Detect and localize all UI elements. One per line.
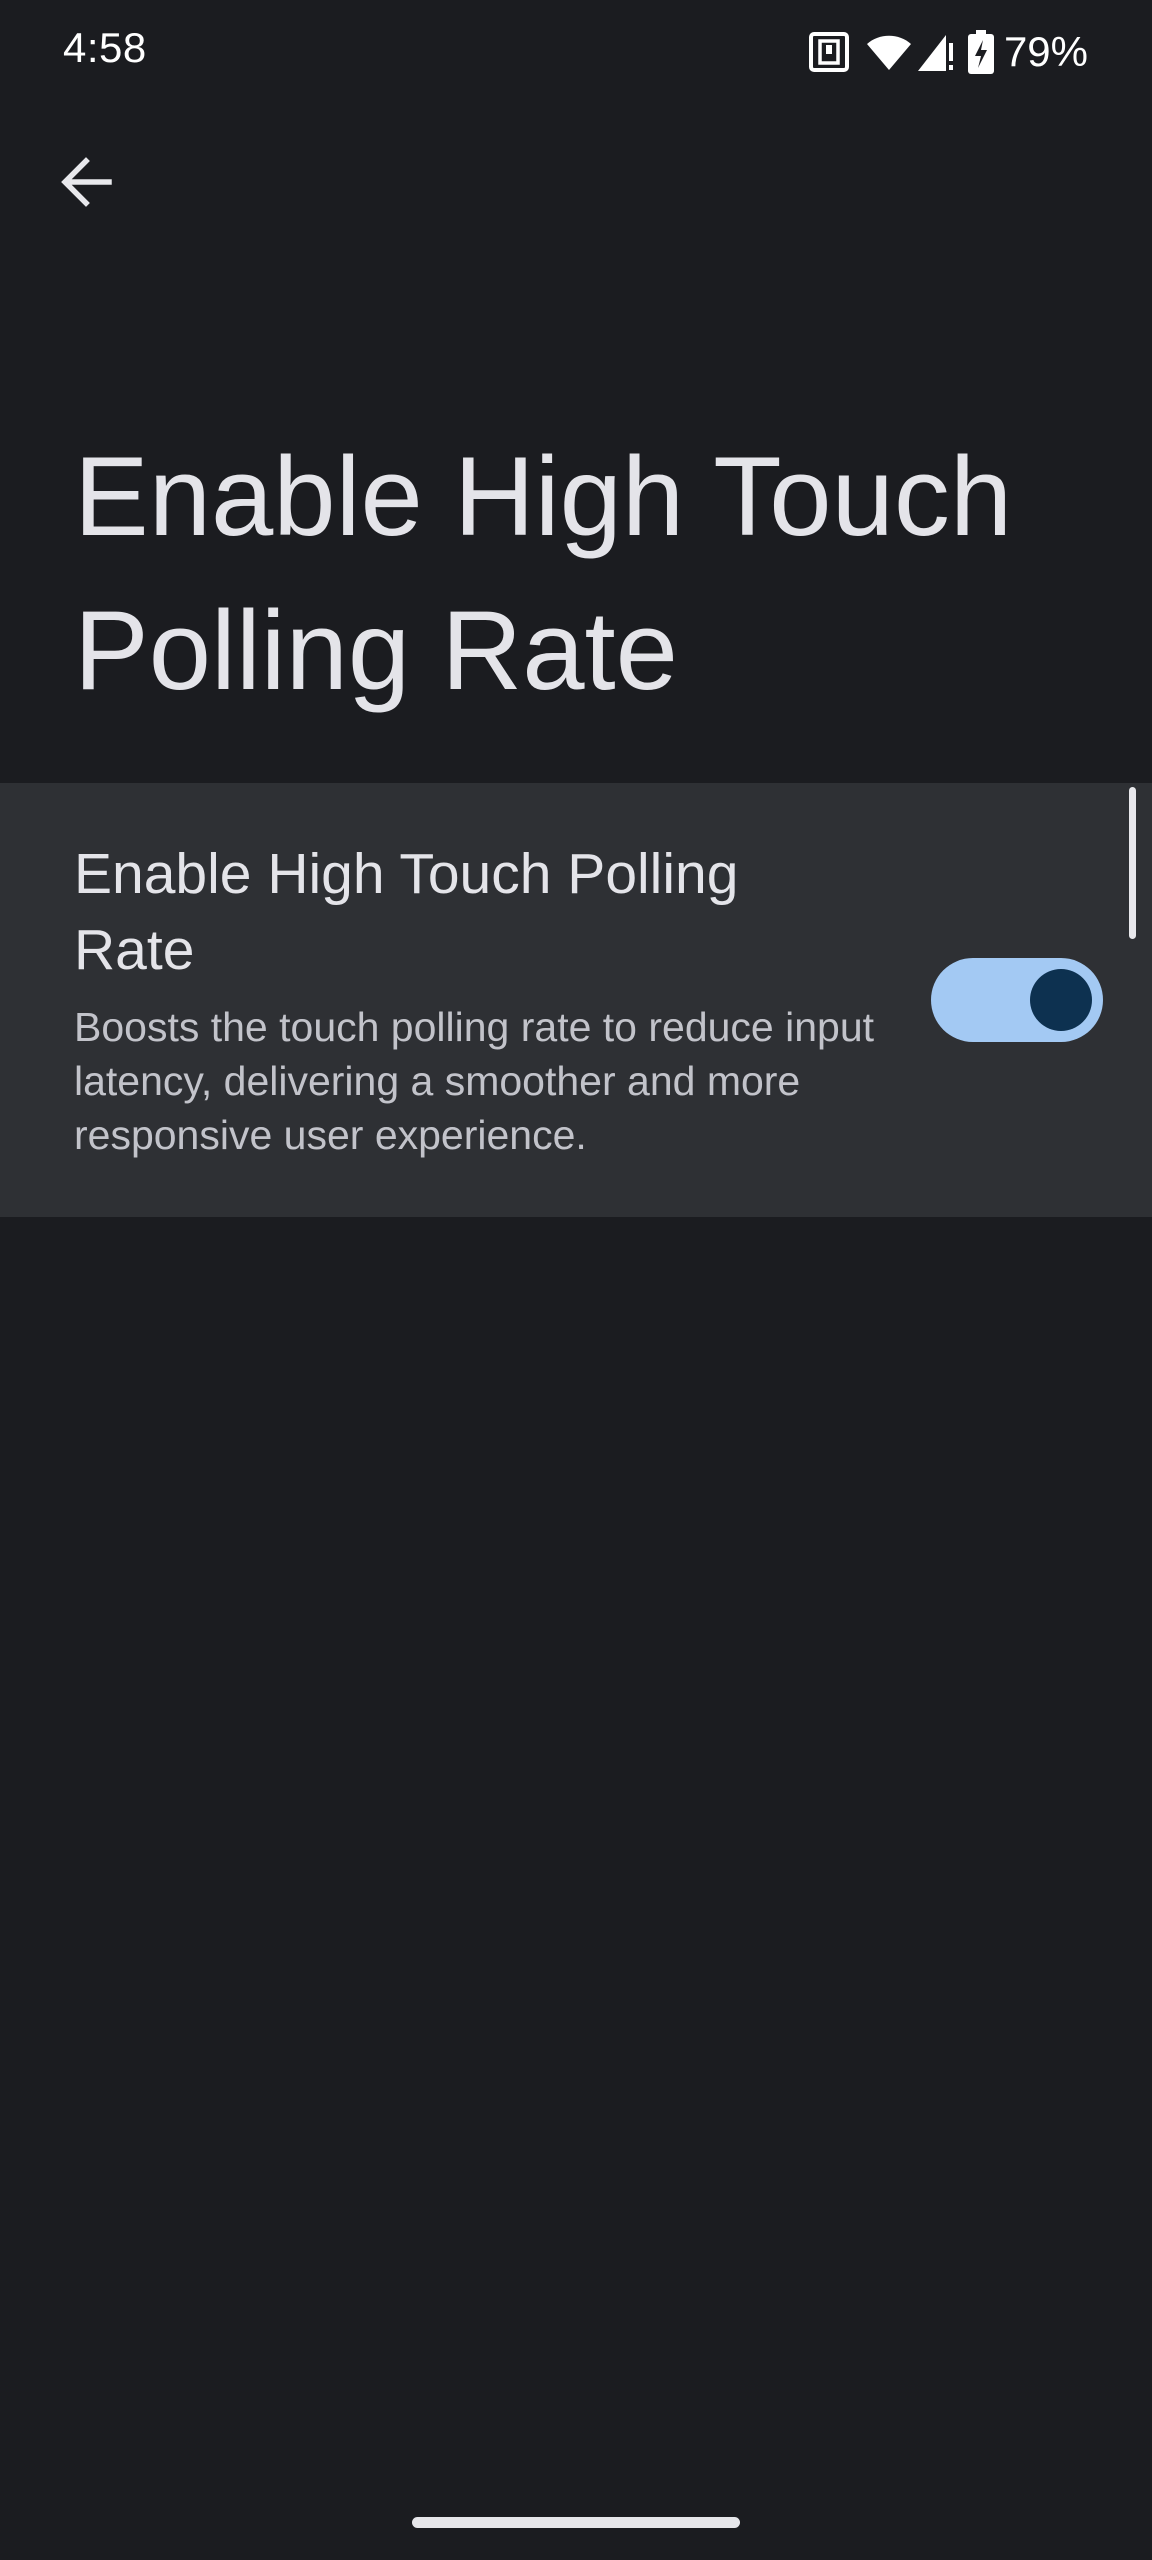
page-title: Enable High Touch Polling Rate <box>74 434 1013 713</box>
battery-charging-icon <box>967 30 994 74</box>
wifi-icon <box>866 32 912 72</box>
back-button[interactable] <box>44 140 128 224</box>
scrollbar[interactable] <box>1129 787 1136 939</box>
battery-percent: 79% <box>1003 28 1088 75</box>
status-bar: 4:58 79% <box>0 0 1152 104</box>
setting-summary: Boosts the touch polling rate to reduce … <box>74 1004 875 1158</box>
gesture-nav-handle[interactable] <box>412 2517 740 2528</box>
arrow-back-icon <box>61 157 112 207</box>
nfc-icon <box>808 31 850 73</box>
setting-title: Enable High Touch Polling Rate <box>74 842 739 982</box>
cell-signal-icon <box>916 31 956 73</box>
status-icons: 79% <box>808 26 1088 78</box>
status-time: 4:58 <box>63 24 147 71</box>
toggle-knob <box>1030 969 1092 1031</box>
settings-screen: 4:58 79% Enable High Touch Polling Rate … <box>0 0 1152 2560</box>
high-touch-polling-toggle[interactable] <box>931 958 1103 1042</box>
